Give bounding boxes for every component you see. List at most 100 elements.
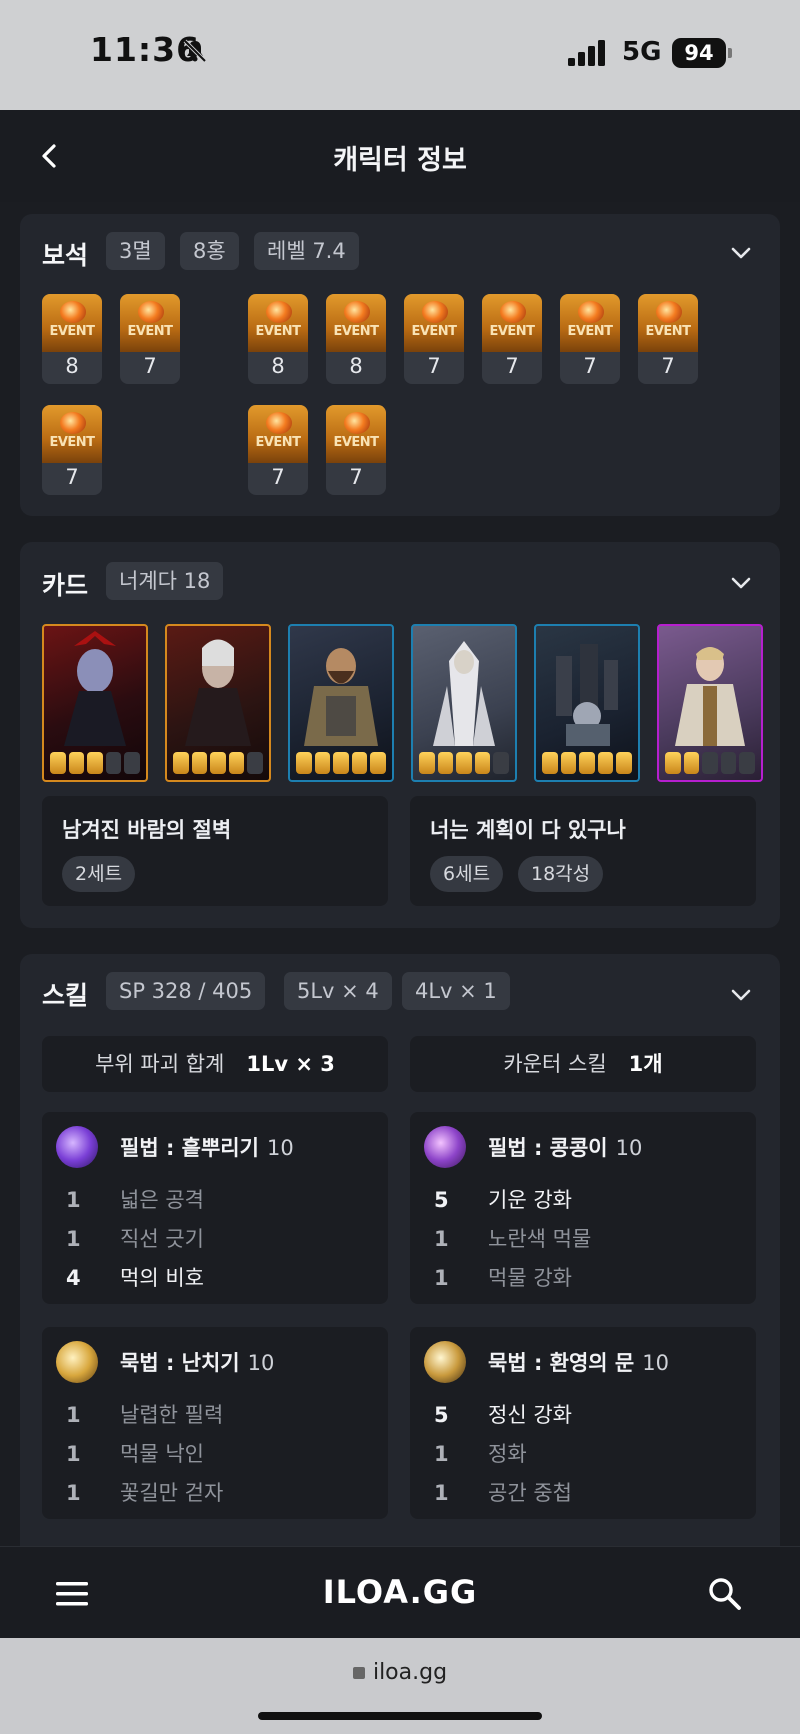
part-break-label: 부위 파괴 합계 <box>95 1052 225 1076</box>
card-item[interactable] <box>657 624 763 782</box>
gems-chip-cooldown: 8홍 <box>180 232 239 270</box>
chevron-down-icon[interactable] <box>730 576 752 590</box>
card-set-awakening: 18각성 <box>518 856 604 892</box>
counter-skill-stat: 카운터 스킬 1개 <box>410 1036 756 1092</box>
url-text: iloa.gg <box>372 1660 448 1685</box>
bottom-bar: ILOA.GG <box>0 1546 800 1639</box>
card-set-box: 남겨진 바람의 절벽 2세트 <box>42 796 388 906</box>
gem-item[interactable]: EVENT 7 <box>404 294 464 384</box>
skill-level: 10 <box>615 1136 643 1160</box>
gem-item[interactable]: EVENT 7 <box>326 405 386 495</box>
site-logo[interactable]: ILOA.GG <box>0 1573 800 1611</box>
battery-icon: 94 <box>672 38 726 68</box>
gem-item[interactable]: EVENT 7 <box>560 294 620 384</box>
chevron-down-icon[interactable] <box>730 988 752 1002</box>
battery-tip <box>728 48 732 58</box>
card-item[interactable] <box>288 624 394 782</box>
part-break-stat: 부위 파괴 합계 1Lv × 3 <box>42 1036 388 1092</box>
skill-icon <box>56 1126 98 1168</box>
cards-title: 카드 <box>42 571 89 600</box>
skill-name: 묵법 : 난치기 <box>120 1351 240 1375</box>
browser-bar: iloa.gg <box>0 1638 800 1734</box>
gems-chip-destruction: 3멸 <box>106 232 165 270</box>
search-icon[interactable] <box>708 1577 742 1611</box>
card-art <box>64 631 126 746</box>
card-item[interactable] <box>165 624 271 782</box>
skill-name: 필법 : 흩뿌리기 <box>120 1136 259 1160</box>
card-art <box>675 647 745 746</box>
card-awakening <box>296 752 386 774</box>
home-indicator <box>258 1712 542 1720</box>
skills-lv5-chip: 5Lv × 4 <box>284 972 392 1010</box>
top-nav: 캐릭터 정보 <box>0 110 800 202</box>
card-set-name: 남겨진 바람의 절벽 <box>62 818 232 842</box>
card-awakening <box>50 752 140 774</box>
gem-item[interactable]: EVENT 7 <box>120 294 180 384</box>
bell-muted-icon <box>183 39 207 63</box>
skills-title: 스킬 <box>42 981 89 1010</box>
tripod-row: 1 꽃길만 걷자 <box>66 1481 224 1505</box>
skill-level: 10 <box>266 1136 294 1160</box>
gems-panel: 보석 3멸 8홍 레벨 7.4 EVENT 8 EVENT 7 EVENT 8 EVE… <box>20 214 780 516</box>
tripod-row: 1 노란색 먹물 <box>434 1227 592 1251</box>
gem-item[interactable]: EVENT 8 <box>42 294 102 384</box>
card-awakening <box>542 752 632 774</box>
card-art <box>304 648 378 746</box>
gem-item[interactable]: EVENT 8 <box>326 294 386 384</box>
card-awakening <box>419 752 509 774</box>
tripod-row: 5 기운 강화 <box>434 1188 572 1212</box>
skill-icon <box>424 1341 466 1383</box>
card-set-count: 6세트 <box>430 856 504 892</box>
network-label: 5G <box>622 37 662 67</box>
part-break-value: 1Lv × 3 <box>246 1052 335 1076</box>
address-bar[interactable]: iloa.gg <box>0 1660 800 1685</box>
skill-name: 묵법 : 환영의 문 <box>488 1351 635 1375</box>
skills-lv4-chip: 4Lv × 1 <box>402 972 510 1010</box>
card-set-count: 2세트 <box>62 856 136 892</box>
gem-item[interactable]: EVENT 7 <box>482 294 542 384</box>
lock-icon <box>352 1667 365 1679</box>
card-awakening <box>173 752 263 774</box>
chevron-down-icon[interactable] <box>730 246 752 260</box>
card-item[interactable] <box>534 624 640 782</box>
gem-item[interactable]: EVENT 8 <box>248 294 308 384</box>
card-awakening <box>665 752 755 774</box>
gem-item[interactable]: EVENT 7 <box>248 405 308 495</box>
tripod-row: 1 공간 중첩 <box>434 1481 572 1505</box>
tripod-row: 1 먹물 낙인 <box>66 1442 204 1466</box>
card-item[interactable] <box>411 624 517 782</box>
counter-skill-value: 1개 <box>628 1052 663 1076</box>
skill-level: 10 <box>247 1351 275 1375</box>
status-bar: 11:36 5G 94 <box>0 0 800 110</box>
skills-sp-chip: SP 328 / 405 <box>106 972 266 1010</box>
gem-item[interactable]: EVENT 7 <box>638 294 698 384</box>
skill-level: 10 <box>642 1351 669 1375</box>
gems-chip-level: 레벨 7.4 <box>254 232 359 270</box>
tripod-row: 1 날렵한 필력 <box>66 1403 224 1427</box>
card-art <box>556 644 618 746</box>
tripod-row: 5 정신 강화 <box>434 1403 572 1427</box>
counter-skill-label: 카운터 스킬 <box>503 1052 607 1076</box>
skill-card[interactable]: 묵법 : 난치기 10 1 날렵한 필력 1 먹물 낙인 1 꽃길만 걷자 <box>42 1327 388 1519</box>
tripod-row: 1 먹물 강화 <box>434 1266 572 1290</box>
tripod-row: 1 직선 긋기 <box>66 1227 204 1251</box>
tripod-row: 1 정화 <box>434 1442 527 1466</box>
card-item[interactable] <box>42 624 148 782</box>
card-art <box>185 639 251 746</box>
page-title: 캐릭터 정보 <box>333 145 467 176</box>
skill-card[interactable]: 필법 : 흩뿌리기 10 1 넓은 공격 1 직선 긋기 4 먹의 비호 <box>42 1112 388 1304</box>
skill-card[interactable]: 묵법 : 환영의 문 10 5 정신 강화 1 정화 1 공간 중첩 <box>410 1327 756 1519</box>
tripod-row: 4 먹의 비호 <box>66 1266 204 1290</box>
gems-title: 보석 <box>42 241 89 270</box>
skill-icon <box>424 1126 466 1168</box>
card-set-name: 너는 계획이 다 있구나 <box>430 818 626 842</box>
gem-item[interactable]: EVENT 7 <box>42 405 102 495</box>
tripod-row: 1 넓은 공격 <box>66 1188 204 1212</box>
skill-name: 필법 : 콩콩이 <box>488 1136 608 1160</box>
cards-set-chip: 너계다 18 <box>106 562 224 600</box>
skill-icon <box>56 1341 98 1383</box>
skill-card[interactable]: 필법 : 콩콩이 10 5 기운 강화 1 노란색 먹물 1 먹물 강화 <box>410 1112 756 1304</box>
signal-icon <box>568 40 605 66</box>
card-set-box: 너는 계획이 다 있구나 6세트 18각성 <box>410 796 756 906</box>
card-art <box>433 641 495 746</box>
